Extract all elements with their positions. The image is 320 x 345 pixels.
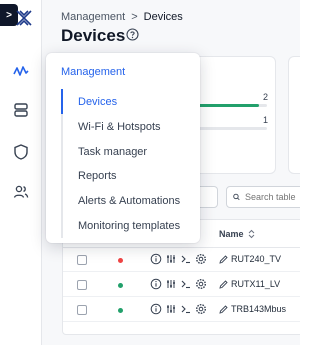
column-header-name[interactable]: Name (219, 229, 255, 239)
sliders-icon[interactable] (165, 303, 177, 315)
status-dot (118, 258, 123, 263)
search-icon (233, 193, 240, 201)
device-name: RUTX11_LV (231, 279, 281, 289)
info-icon[interactable] (150, 303, 162, 315)
management-menu: Management Devices Wi-Fi & Hotspots Task… (46, 53, 200, 243)
settings-icon[interactable] (195, 253, 207, 265)
info-icon[interactable] (150, 278, 162, 290)
device-name-cell[interactable]: RUTX11_LV (219, 279, 280, 289)
breadcrumb: Management > Devices (61, 11, 183, 23)
search-box[interactable] (226, 186, 300, 208)
settings-icon[interactable] (195, 278, 207, 290)
device-name: TRB143Mbus (231, 304, 287, 314)
device-name-cell[interactable]: RUT240_TV (219, 254, 281, 264)
shield-icon[interactable] (12, 143, 30, 161)
menu-item-alerts-automations[interactable]: Alerts & Automations (63, 188, 193, 213)
page-title: Devices (61, 26, 126, 45)
sliders-icon[interactable] (165, 278, 177, 290)
app-window: > Management > Devices Devices 2 1 Searc… (0, 0, 300, 345)
row-actions (150, 253, 207, 265)
status-dot (118, 283, 123, 288)
settings-icon[interactable] (195, 303, 207, 315)
row-actions (150, 278, 207, 290)
activity-icon[interactable] (12, 62, 30, 80)
info-icon[interactable] (150, 253, 162, 265)
device-name-cell[interactable]: TRB143Mbus (219, 304, 286, 314)
row-checkbox[interactable] (77, 280, 87, 290)
column-name-label: Name (219, 229, 244, 239)
row-checkbox[interactable] (77, 255, 87, 265)
table-row[interactable]: TRB143Mbus (63, 298, 300, 322)
terminal-icon[interactable] (180, 303, 192, 315)
chevron-right-icon: > (6, 9, 12, 21)
breadcrumb-current: Devices (143, 11, 183, 23)
stat-value-2: 1 (263, 115, 269, 125)
menu-item-monitoring-templates[interactable]: Monitoring templates (63, 213, 193, 238)
table-row[interactable]: RUT240_TV (63, 248, 300, 272)
table-row[interactable]: RUTX11_LV (63, 273, 300, 297)
menu-title: Management (61, 66, 126, 78)
terminal-icon[interactable] (180, 253, 192, 265)
menu-item-wifi-hotspots[interactable]: Wi-Fi & Hotspots (63, 114, 193, 139)
breadcrumb-parent[interactable]: Management (61, 11, 125, 23)
status-dot (118, 308, 123, 313)
help-icon[interactable] (126, 28, 139, 41)
sidebar-rail: > (0, 0, 42, 345)
users-icon[interactable] (12, 183, 30, 201)
stat-value-1: 2 (263, 92, 269, 102)
logo (16, 10, 32, 26)
row-checkbox[interactable] (77, 305, 87, 315)
menu-item-reports[interactable]: Reports (63, 163, 193, 188)
edit-icon[interactable] (219, 279, 228, 289)
terminal-icon[interactable] (180, 278, 192, 290)
menu-item-task-manager[interactable]: Task manager (63, 139, 193, 164)
sort-icon (248, 229, 254, 239)
search-input[interactable] (245, 192, 300, 202)
device-name: RUT240_TV (231, 254, 282, 264)
secondary-stats-card (288, 56, 300, 174)
edit-icon[interactable] (219, 304, 228, 314)
sliders-icon[interactable] (165, 253, 177, 265)
menu-item-devices[interactable]: Devices (63, 89, 193, 114)
server-icon[interactable] (12, 101, 30, 119)
row-actions (150, 303, 207, 315)
edit-icon[interactable] (219, 254, 228, 264)
breadcrumb-separator: > (131, 11, 138, 23)
